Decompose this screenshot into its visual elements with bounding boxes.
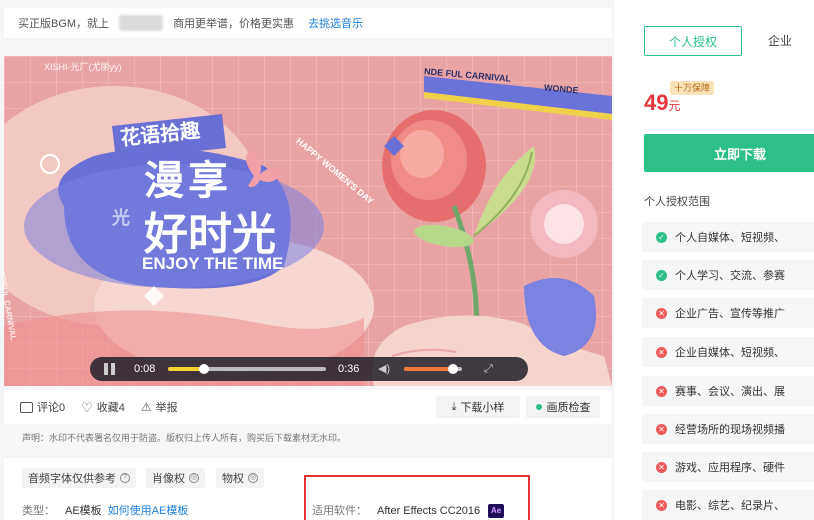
- comment-action[interactable]: 评论0: [20, 399, 65, 415]
- heart-icon: ♡: [81, 399, 93, 415]
- progress-knob[interactable]: [199, 364, 209, 374]
- download-icon: ⤓: [451, 400, 457, 413]
- title-line-3: 好时光: [144, 210, 276, 259]
- scope-text: 企业广告、宣传等推广: [675, 308, 785, 320]
- tab-personal-license[interactable]: 个人授权: [644, 26, 742, 56]
- favorite-label: 收藏4: [96, 402, 125, 414]
- scope-text: 赛事、会议、演出、展: [675, 386, 785, 398]
- cross-icon: ✕: [656, 346, 667, 358]
- help-icon: ?: [120, 473, 130, 483]
- check-icon: ✓: [656, 231, 667, 243]
- scope-text: 电影、综艺、纪录片、: [675, 500, 785, 512]
- download-sample-button[interactable]: ⤓ 下载小样: [436, 396, 520, 418]
- action-bar: 评论0 ♡ 收藏4 ⚠ 举报 ⤓ 下载小样 画质检查: [4, 390, 612, 424]
- volume-icon[interactable]: ◀): [378, 363, 392, 375]
- video-player[interactable]: XISHI·光厂(尤丽yy) 花语拾趣 漫享 好时光 ENJOY THE TIM…: [4, 56, 612, 386]
- price-unit: 元: [668, 99, 681, 113]
- tag-portrait[interactable]: 肖像权 ◎: [146, 468, 205, 488]
- price-value: 49: [644, 90, 669, 115]
- cross-icon: ✕: [656, 461, 667, 473]
- scope-item: ✓ 个人自媒体、短视频、: [642, 222, 814, 252]
- scope-item: ✕ 电影、综艺、纪录片、: [642, 490, 814, 520]
- highlight-box: [304, 475, 530, 520]
- comment-label: 评论0: [37, 402, 66, 414]
- progress-slider[interactable]: [168, 364, 326, 374]
- current-time: 0:08: [134, 363, 156, 375]
- check-icon: ✓: [656, 269, 667, 281]
- tag-property[interactable]: 物权 ◎: [216, 468, 264, 488]
- copyright-notice: 声明：水印不代表署名仅用于防盗。版权归上传人所有，购买后下载素材无水印。: [22, 433, 347, 443]
- type-label: 类型：: [22, 505, 55, 517]
- cross-icon: ✕: [656, 499, 667, 511]
- scope-text: 企业自媒体、短视频、: [675, 347, 785, 359]
- favorite-action[interactable]: ♡ 收藏4: [81, 399, 125, 415]
- brand-watermark-logo: 光: [112, 208, 130, 228]
- fullscreen-icon[interactable]: ⤢: [484, 363, 493, 376]
- detail-panel: 音频字体仅供参考 ? 肖像权 ◎ 物权 ◎ 类型： AE模板 如何使用AE模板 适用…: [4, 458, 612, 520]
- tag-audio-font-label: 音频字体仅供参考: [28, 473, 116, 485]
- blurred-logo: [119, 15, 164, 31]
- cross-icon: ✕: [656, 423, 667, 435]
- type-value: AE模板: [65, 505, 102, 517]
- pause-icon[interactable]: [104, 363, 118, 375]
- warning-icon: ⚠: [140, 400, 152, 414]
- scope-item: ✕ 赛事、会议、演出、展: [642, 376, 814, 406]
- promo-bar: 买正版BGM，就上 商用更举谱，价格更实惠 去挑选音乐: [4, 8, 612, 38]
- scope-item: ✕ 企业自媒体、短视频、: [642, 337, 814, 367]
- tag-portrait-label: 肖像权: [152, 473, 185, 485]
- scope-text: 游戏、应用程序、硬件: [675, 462, 785, 474]
- cross-icon: ✕: [656, 385, 667, 397]
- report-action[interactable]: ⚠ 举报: [141, 399, 178, 415]
- duration: 0:36: [338, 363, 360, 375]
- watermark: XISHI·光厂(尤丽yy): [44, 62, 122, 72]
- cross-icon: ✕: [656, 307, 667, 319]
- title-subtitle: ENJOY THE TIME: [142, 254, 284, 273]
- scope-text: 经营场所的现场视频播: [675, 424, 785, 436]
- main-column: 买正版BGM，就上 商用更举谱，价格更实惠 去挑选音乐 XISHI·光厂(尤丽y…: [0, 0, 614, 520]
- comment-icon: [20, 401, 33, 413]
- info-icon: ◎: [189, 473, 199, 483]
- download-sample-label: 下载小样: [460, 402, 505, 414]
- promo-middle: 商用更举谱，价格更实惠: [173, 18, 295, 30]
- type-row: 类型： AE模板 如何使用AE模板: [22, 502, 188, 518]
- download-now-button[interactable]: 立即下载: [644, 134, 814, 172]
- license-panel: 个人授权 企业 十万保障 49元 立即下载 个人授权范围 ✓ 个人自媒体、短视频、…: [628, 0, 814, 520]
- scope-item: ✓ 个人学习、交流、参赛: [642, 260, 814, 290]
- volume-knob[interactable]: [448, 364, 458, 374]
- scope-item: ✕ 经营场所的现场视频播: [642, 414, 814, 444]
- status-dot-icon: [535, 404, 542, 410]
- video-artwork: [4, 56, 612, 386]
- video-controls: 0:08 0:36 ◀) ⤢: [90, 357, 528, 381]
- quality-check-label: 画质检查: [546, 402, 591, 414]
- scope-text: 个人自媒体、短视频、: [675, 232, 785, 244]
- scope-text: 个人学习、交流、参赛: [675, 270, 785, 282]
- promo-link[interactable]: 去挑选音乐: [308, 15, 363, 31]
- promo-prefix: 买正版BGM，就上: [18, 18, 110, 30]
- tab-enterprise-license[interactable]: 企业: [768, 26, 814, 56]
- quality-check-button[interactable]: 画质检查: [526, 396, 600, 418]
- price: 49元: [644, 90, 681, 116]
- info-icon: ◎: [248, 473, 258, 483]
- tag-audio-font[interactable]: 音频字体仅供参考 ?: [22, 468, 136, 488]
- report-label: 举报: [155, 402, 178, 414]
- volume-slider[interactable]: [404, 364, 462, 374]
- how-to-use-link[interactable]: 如何使用AE模板: [108, 505, 189, 517]
- scope-item: ✕ 游戏、应用程序、硬件: [642, 452, 814, 482]
- tag-property-label: 物权: [222, 473, 244, 485]
- scope-item: ✕ 企业广告、宣传等推广: [642, 298, 814, 328]
- volume-fill: [404, 367, 451, 371]
- scope-title: 个人授权范围: [644, 196, 710, 208]
